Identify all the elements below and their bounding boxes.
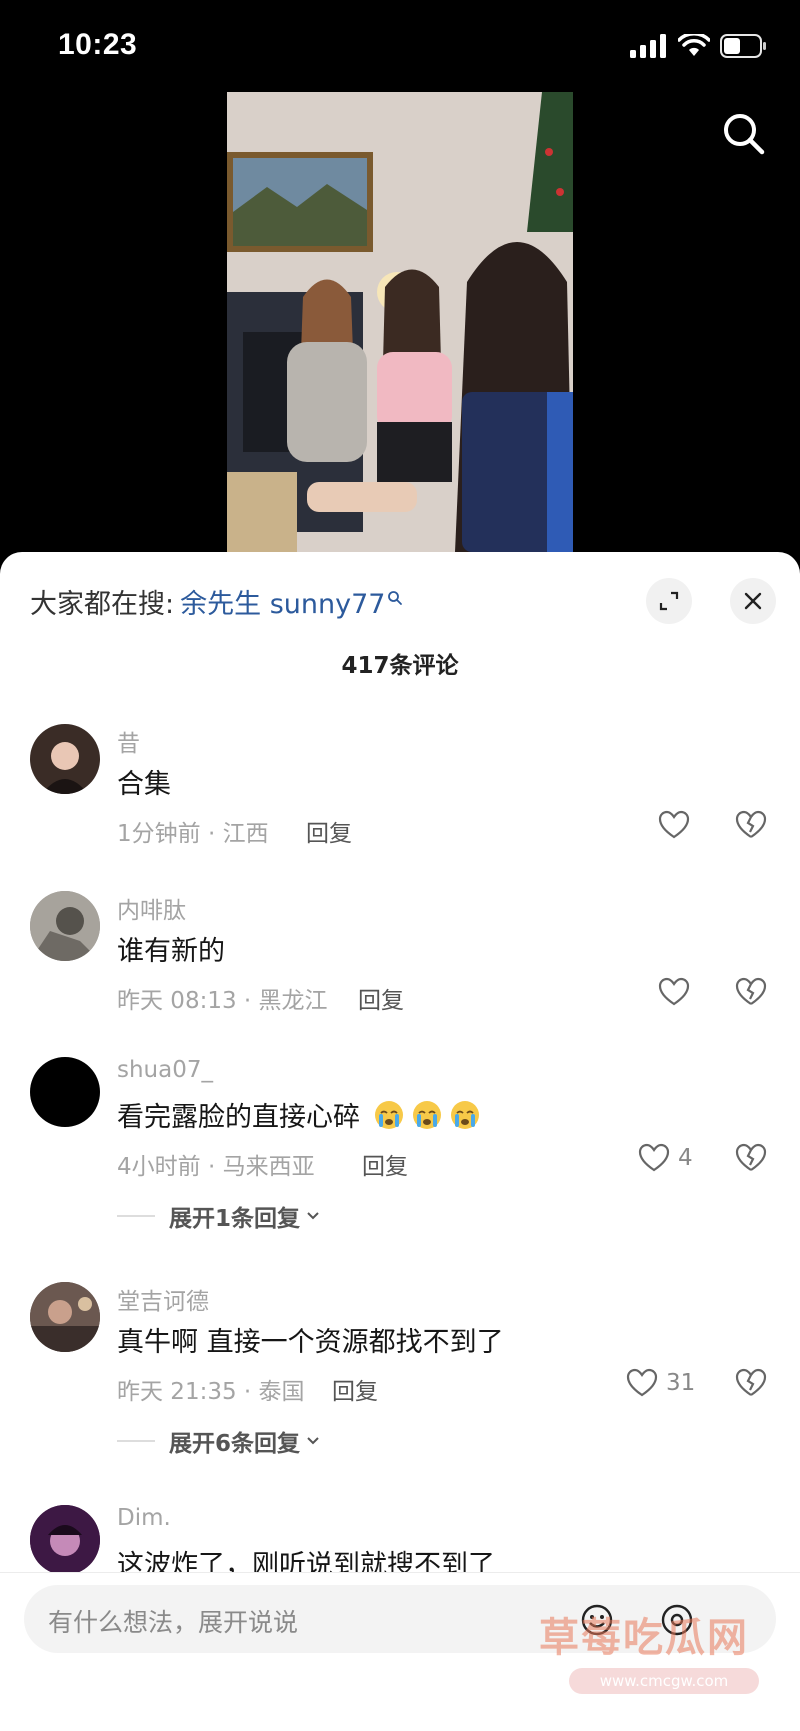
- divider: [117, 1440, 155, 1442]
- comment-username[interactable]: Dim.: [117, 1505, 171, 1531]
- comment-text: 谁有新的: [117, 936, 225, 967]
- avatar[interactable]: [30, 891, 100, 961]
- divider: [117, 1215, 155, 1217]
- avatar[interactable]: [30, 1057, 100, 1127]
- watermark-url: www.cmcgw.com: [569, 1668, 759, 1694]
- like-count: 4: [678, 1145, 693, 1171]
- comment-input[interactable]: 有什么想法，展开说说 草莓吃瓜网 www.cmcgw.com: [24, 1585, 776, 1694]
- hot-search-link[interactable]: 大家都在搜: 余先生 sunny77: [30, 582, 403, 621]
- signal-icon: [630, 34, 666, 58]
- expand-replies-label: 展开1条回复: [169, 1206, 301, 1232]
- battery-icon: [720, 34, 766, 58]
- comment-sheet: 大家都在搜: 余先生 sunny77 417条评论 昔 合集 1分钟前 · 江西…: [0, 552, 800, 1731]
- close-sheet-button[interactable]: [730, 578, 776, 624]
- like-button[interactable]: 4: [638, 1143, 693, 1173]
- reply-button[interactable]: 回复: [306, 814, 352, 848]
- wifi-icon: [678, 34, 710, 56]
- broken-heart-icon[interactable]: [735, 1143, 767, 1173]
- avatar[interactable]: [30, 1282, 100, 1352]
- status-time: 10:23: [58, 28, 138, 61]
- comment-count: 417条评论: [341, 653, 459, 679]
- reply-button[interactable]: 回复: [362, 1147, 408, 1181]
- expand-replies-label: 展开6条回复: [169, 1431, 301, 1457]
- comment-text: 看完露脸的直接心碎: [117, 1095, 481, 1138]
- heart-icon: [626, 1368, 658, 1397]
- broken-heart-icon[interactable]: [735, 1368, 767, 1398]
- reply-button[interactable]: 回复: [332, 1372, 378, 1406]
- broken-heart-icon[interactable]: [735, 810, 767, 840]
- status-icons: [630, 34, 768, 58]
- comment-input-placeholder: 有什么想法，展开说说: [48, 1608, 299, 1637]
- heart-icon: [638, 1143, 670, 1172]
- comment-username[interactable]: 堂吉诃德: [117, 1282, 209, 1316]
- comment-text: 真牛啊 直接一个资源都找不到了: [117, 1327, 504, 1358]
- avatar[interactable]: [30, 724, 100, 794]
- comment-meta: 1分钟前 · 江西: [117, 821, 269, 847]
- expand-icon: [659, 591, 679, 611]
- comment-text: 合集: [117, 769, 171, 800]
- comment-username[interactable]: 内啡肽: [117, 891, 186, 925]
- comment-input-bar: 有什么想法，展开说说 草莓吃瓜网 www.cmcgw.com: [0, 1572, 800, 1731]
- crying-emoji-icon: [373, 1099, 481, 1138]
- comment-meta: 昨天 21:35 · 泰国: [117, 1379, 305, 1405]
- like-button[interactable]: 31: [626, 1368, 695, 1398]
- chevron-down-icon: [307, 1212, 319, 1220]
- chevron-down-icon: [307, 1437, 319, 1445]
- heart-icon: [658, 977, 690, 1006]
- comment-meta: 4小时前 · 马来西亚: [117, 1154, 315, 1180]
- expand-sheet-button[interactable]: [646, 578, 692, 624]
- comment-username[interactable]: shua07_: [117, 1057, 213, 1083]
- avatar[interactable]: [30, 1505, 100, 1575]
- like-count: 31: [666, 1370, 696, 1396]
- like-button[interactable]: [658, 810, 698, 840]
- expand-replies-button[interactable]: 展开6条回复: [117, 1424, 322, 1458]
- comment-username[interactable]: 昔: [117, 724, 140, 758]
- comment-text-content: 看完露脸的直接心碎: [117, 1102, 360, 1133]
- video-frame-image: [227, 92, 573, 552]
- watermark-logo: 草莓吃瓜网: [539, 1615, 749, 1661]
- search-icon[interactable]: [720, 110, 768, 158]
- search-small-icon: [388, 590, 403, 605]
- video-player[interactable]: [227, 92, 573, 552]
- expand-replies-button[interactable]: 展开1条回复: [117, 1199, 322, 1233]
- like-button[interactable]: [658, 977, 698, 1007]
- hot-search-term[interactable]: 余先生 sunny77: [180, 582, 385, 621]
- close-icon: [744, 592, 762, 610]
- status-bar: 10:23: [0, 0, 800, 96]
- reply-button[interactable]: 回复: [358, 981, 404, 1015]
- heart-icon: [658, 810, 690, 839]
- hot-search-prefix: 大家都在搜:: [30, 589, 175, 620]
- comment-meta: 昨天 08:13 · 黑龙江: [117, 988, 328, 1014]
- broken-heart-icon[interactable]: [735, 977, 767, 1007]
